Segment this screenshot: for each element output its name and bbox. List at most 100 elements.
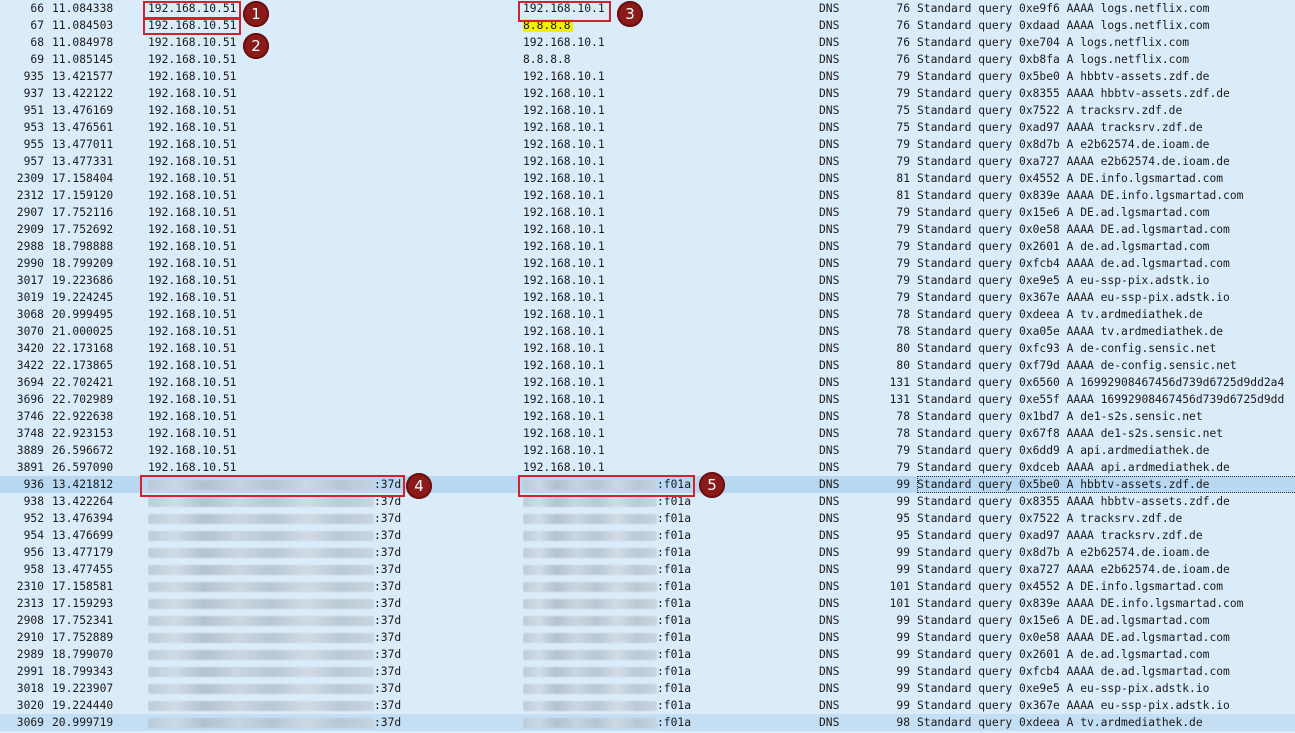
packet-row[interactable]: 957 13.477331 192.168.10.51 192.168.10.1… — [0, 153, 1295, 170]
packet-row[interactable]: 3019 19.224245 192.168.10.51 192.168.10.… — [0, 289, 1295, 306]
packet-row[interactable]: 2907 17.752116 192.168.10.51 192.168.10.… — [0, 204, 1295, 221]
packet-row[interactable]: 937 13.422122 192.168.10.51 192.168.10.1… — [0, 85, 1295, 102]
packet-length: 101 — [889, 580, 910, 593]
packet-destination: 192.168.10.1 — [523, 461, 605, 474]
packet-protocol: DNS — [819, 444, 840, 457]
packet-protocol: DNS — [819, 563, 840, 576]
packet-number: 3017 — [16, 274, 44, 287]
packet-protocol: DNS — [819, 699, 840, 712]
packet-time: 17.159293 — [52, 597, 114, 610]
packet-number: 2988 — [16, 240, 44, 253]
packet-time: 13.422122 — [52, 87, 114, 100]
packet-destination: 192.168.10.1 — [523, 325, 605, 338]
packet-row[interactable]: 2988 18.798888 192.168.10.51 192.168.10.… — [0, 238, 1295, 255]
packet-row[interactable]: 3889 26.596672 192.168.10.51 192.168.10.… — [0, 442, 1295, 459]
packet-number: 952 — [23, 512, 44, 525]
source-suffix: :37d — [374, 529, 402, 542]
packet-row[interactable]: 2909 17.752692 192.168.10.51 192.168.10.… — [0, 221, 1295, 238]
packet-source: 192.168.10.51 — [148, 240, 237, 253]
packet-row[interactable]: 3420 22.173168 192.168.10.51 192.168.10.… — [0, 340, 1295, 357]
packet-row[interactable]: 952 13.476394 :37d :f01a DNS 95 Standard… — [0, 510, 1295, 527]
source-suffix: :37d — [374, 597, 402, 610]
packet-destination: 8.8.8.8 — [523, 53, 571, 66]
packet-list: 66 11.084338 192.168.10.51 192.168.10.1 … — [0, 0, 1295, 733]
packet-row[interactable]: 3068 20.999495 192.168.10.51 192.168.10.… — [0, 306, 1295, 323]
packet-destination: :f01a — [523, 697, 773, 714]
packet-row[interactable]: 954 13.476699 :37d :f01a DNS 95 Standard… — [0, 527, 1295, 544]
packet-protocol: DNS — [819, 597, 840, 610]
packet-destination: 192.168.10.1 — [523, 257, 605, 270]
packet-row[interactable]: 69 11.085145 192.168.10.51 8.8.8.8 DNS 7… — [0, 51, 1295, 68]
packet-destination: :f01a — [523, 629, 773, 646]
packet-source: 192.168.10.51 — [148, 308, 237, 321]
redacted-ipv6-address — [523, 616, 657, 626]
packet-row[interactable]: 3018 19.223907 :37d :f01a DNS 99 Standar… — [0, 680, 1295, 697]
annotation-badge-5: 5 — [699, 472, 725, 498]
packet-destination: :f01a — [523, 578, 773, 595]
packet-row[interactable]: 3694 22.702421 192.168.10.51 192.168.10.… — [0, 374, 1295, 391]
packet-destination: 192.168.10.1 — [523, 206, 605, 219]
destination-suffix: :f01a — [657, 563, 692, 576]
packet-row[interactable]: 3748 22.923153 192.168.10.51 192.168.10.… — [0, 425, 1295, 442]
packet-row[interactable]: 3891 26.597090 192.168.10.51 192.168.10.… — [0, 459, 1295, 476]
packet-length: 131 — [889, 376, 910, 389]
packet-row[interactable]: 3746 22.922638 192.168.10.51 192.168.10.… — [0, 408, 1295, 425]
packet-row[interactable]: 3020 19.224440 :37d :f01a DNS 99 Standar… — [0, 697, 1295, 714]
packet-time: 18.798888 — [52, 240, 114, 253]
packet-info: Standard query 0x7522 A tracksrv.zdf.de — [917, 104, 1183, 117]
packet-source: :37d — [148, 629, 408, 646]
packet-row[interactable]: 2309 17.158404 192.168.10.51 192.168.10.… — [0, 170, 1295, 187]
packet-number: 938 — [23, 495, 44, 508]
packet-row[interactable]: 935 13.421577 192.168.10.51 192.168.10.1… — [0, 68, 1295, 85]
packet-info: Standard query 0xad97 AAAA tracksrv.zdf.… — [917, 529, 1203, 542]
packet-time: 13.476394 — [52, 512, 114, 525]
packet-time: 13.421812 — [52, 478, 114, 491]
packet-row[interactable]: 958 13.477455 :37d :f01a DNS 99 Standard… — [0, 561, 1295, 578]
annotation-badge-2: 2 — [243, 33, 269, 59]
packet-row[interactable]: 2908 17.752341 :37d :f01a DNS 99 Standar… — [0, 612, 1295, 629]
packet-row[interactable]: 3422 22.173865 192.168.10.51 192.168.10.… — [0, 357, 1295, 374]
packet-row[interactable]: 2312 17.159120 192.168.10.51 192.168.10.… — [0, 187, 1295, 204]
packet-row[interactable]: 2910 17.752889 :37d :f01a DNS 99 Standar… — [0, 629, 1295, 646]
packet-number: 958 — [23, 563, 44, 576]
packet-protocol: DNS — [819, 36, 840, 49]
packet-source: 192.168.10.51 — [148, 325, 237, 338]
packet-source: 192.168.10.51 — [148, 36, 237, 49]
packet-number: 3069 — [16, 716, 44, 729]
packet-info: Standard query 0x15e6 A DE.ad.lgsmartad.… — [917, 206, 1210, 219]
packet-row[interactable]: 2310 17.158581 :37d :f01a DNS 101 Standa… — [0, 578, 1295, 595]
packet-destination: 192.168.10.1 — [523, 138, 605, 151]
packet-row[interactable]: 3070 21.000025 192.168.10.51 192.168.10.… — [0, 323, 1295, 340]
packet-time: 18.799070 — [52, 648, 114, 661]
destination-suffix: :f01a — [657, 648, 692, 661]
packet-protocol: DNS — [819, 393, 840, 406]
packet-row[interactable]: 3017 19.223686 192.168.10.51 192.168.10.… — [0, 272, 1295, 289]
redacted-ipv6-address — [148, 650, 374, 660]
packet-row[interactable]: 2990 18.799209 192.168.10.51 192.168.10.… — [0, 255, 1295, 272]
packet-source: 192.168.10.51 — [148, 444, 237, 457]
packet-time: 17.752116 — [52, 206, 114, 219]
packet-row[interactable]: 3069 20.999719 :37d :f01a DNS 98 Standar… — [0, 714, 1295, 731]
packet-row[interactable]: 953 13.476561 192.168.10.51 192.168.10.1… — [0, 119, 1295, 136]
packet-row[interactable]: 2991 18.799343 :37d :f01a DNS 99 Standar… — [0, 663, 1295, 680]
packet-row[interactable]: 2989 18.799070 :37d :f01a DNS 99 Standar… — [0, 646, 1295, 663]
packet-row[interactable]: 3696 22.702989 192.168.10.51 192.168.10.… — [0, 391, 1295, 408]
packet-row[interactable]: 951 13.476169 192.168.10.51 192.168.10.1… — [0, 102, 1295, 119]
packet-number: 3020 — [16, 699, 44, 712]
packet-row[interactable]: 956 13.477179 :37d :f01a DNS 99 Standard… — [0, 544, 1295, 561]
annotation-box-3 — [518, 1, 611, 22]
packet-source: 192.168.10.51 — [148, 427, 237, 440]
redacted-ipv6-address — [523, 633, 657, 643]
packet-length: 99 — [896, 699, 910, 712]
packet-row[interactable]: 955 13.477011 192.168.10.51 192.168.10.1… — [0, 136, 1295, 153]
packet-info: Standard query 0x7522 A tracksrv.zdf.de — [917, 512, 1183, 525]
packet-row[interactable]: 68 11.084978 192.168.10.51 192.168.10.1 … — [0, 34, 1295, 51]
packet-destination: 192.168.10.1 — [523, 393, 605, 406]
packet-row[interactable]: 2313 17.159293 :37d :f01a DNS 101 Standa… — [0, 595, 1295, 612]
packet-number: 2313 — [16, 597, 44, 610]
packet-destination: 192.168.10.1 — [523, 121, 605, 134]
source-suffix: :37d — [374, 580, 402, 593]
packet-source: 192.168.10.51 — [148, 53, 237, 66]
packet-source: :37d — [148, 714, 408, 731]
packet-time: 26.596672 — [52, 444, 114, 457]
